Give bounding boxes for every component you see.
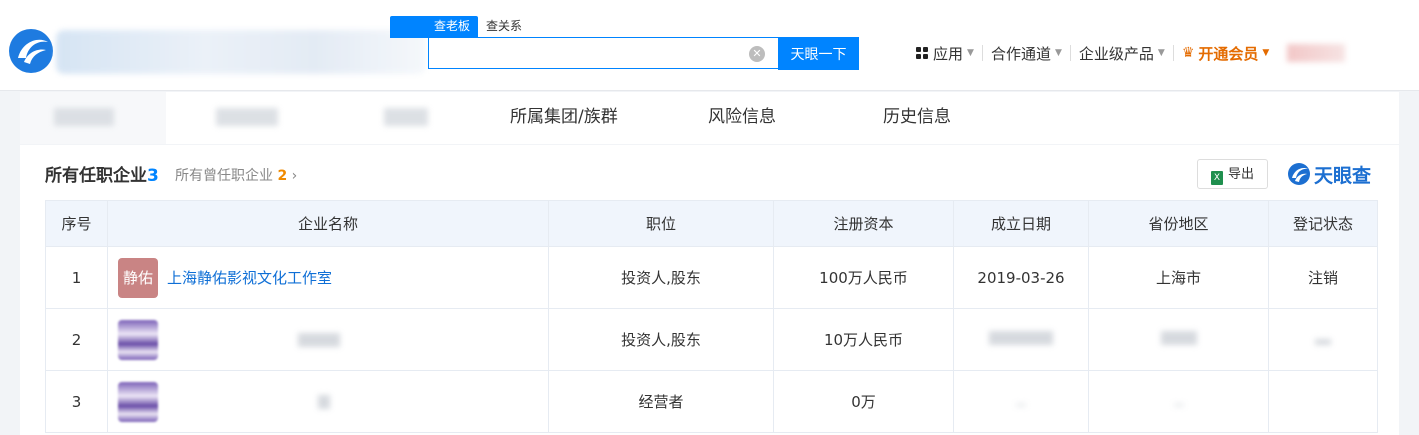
- search-type-tabs: 查老板 查关系: [390, 16, 530, 38]
- current-positions-panel: 所有任职企业3 所有曾任职企业 2 › X 导出 天眼查 序号 企业名称 职位 注…: [20, 145, 1399, 435]
- table-row: 3 经营者 0万: [45, 370, 1378, 433]
- row-index: 1: [45, 246, 108, 309]
- top-header: 查老板 查关系 ✕ 天眼一下 应用 ▼ 合作通道 ▼ 企业级产品 ▼ ♛ 开通会…: [0, 0, 1419, 91]
- section-title: 所有任职企业3: [45, 166, 159, 186]
- row-index: 3: [45, 370, 108, 433]
- nav-apps[interactable]: 应用 ▼: [908, 43, 982, 64]
- export-button[interactable]: X 导出: [1197, 159, 1268, 189]
- capital-cell: 0万: [773, 370, 954, 433]
- positions-table: 序号 企业名称 职位 注册资本 成立日期 省份地区 登记状态 1 静佑 上海静佑…: [45, 200, 1378, 433]
- nav-vip-label: 开通会员: [1198, 44, 1259, 63]
- table-header-row: 序号 企业名称 职位 注册资本 成立日期 省份地区 登记状态: [45, 200, 1378, 247]
- chevron-down-icon: ▼: [1262, 48, 1270, 58]
- row-index: 2: [45, 308, 108, 371]
- chevron-down-icon: ▼: [1157, 48, 1165, 58]
- search-button[interactable]: 天眼一下: [778, 37, 859, 70]
- tab-group[interactable]: 所属集团/族群: [510, 92, 618, 144]
- chevron-down-icon: ▼: [1054, 48, 1062, 58]
- blurred-tab-label[interactable]: [384, 108, 428, 126]
- company-logo-blurred[interactable]: [118, 381, 158, 422]
- capital-cell: 10万人民币: [773, 308, 954, 371]
- blurred-logo-text: [56, 30, 426, 74]
- search-input[interactable]: [428, 37, 778, 69]
- status-cell-blurred: [1268, 370, 1378, 433]
- nav-enterprise-label: 企业级产品: [1078, 44, 1154, 63]
- nav-cooperation[interactable]: 合作通道 ▼: [983, 43, 1070, 64]
- tianyancha-brand: 天眼查: [1287, 160, 1371, 188]
- company-logo[interactable]: 静佑: [118, 257, 158, 298]
- company-logo-blurred[interactable]: [118, 319, 158, 360]
- tianyancha-logo-icon[interactable]: [8, 28, 54, 74]
- col-capital: 注册资本: [773, 200, 954, 247]
- date-cell-blurred: [953, 370, 1089, 433]
- nav-apps-label: 应用: [933, 44, 964, 63]
- col-position: 职位: [548, 200, 774, 247]
- blurred-tab-label[interactable]: [216, 108, 278, 126]
- section-count: 3: [147, 166, 159, 186]
- position-cell: 投资人,股东: [548, 308, 774, 371]
- position-cell: 经营者: [548, 370, 774, 433]
- capital-cell: 100万人民币: [773, 246, 954, 309]
- date-cell: 2019-03-26: [953, 246, 1089, 309]
- position-cell: 投资人,股东: [548, 246, 774, 309]
- tab-history[interactable]: 历史信息: [883, 92, 951, 144]
- status-cell: 注销: [1268, 246, 1378, 309]
- chevron-right-icon: ›: [291, 168, 298, 184]
- tab-relation[interactable]: 查关系: [478, 16, 530, 38]
- date-cell-blurred: [953, 308, 1089, 371]
- crown-icon: ♛: [1181, 45, 1195, 61]
- excel-icon: X: [1210, 171, 1223, 185]
- company-name-blurred[interactable]: [318, 394, 330, 409]
- tab-boss[interactable]: 查老板: [390, 16, 479, 38]
- past-positions-link[interactable]: 所有曾任职企业 2 ›: [175, 165, 297, 185]
- col-status: 登记状态: [1268, 200, 1378, 247]
- grid-icon: [916, 47, 928, 59]
- col-company: 企业名称: [107, 200, 549, 247]
- company-subtabs: 所属集团/族群 风险信息 历史信息: [20, 92, 1399, 144]
- nav-cooperation-label: 合作通道: [990, 44, 1051, 63]
- company-cell: [107, 370, 549, 433]
- blurred-tab-label: [54, 108, 114, 126]
- user-avatar-blurred[interactable]: [1287, 44, 1346, 62]
- region-cell: 上海市: [1088, 246, 1269, 309]
- tianyancha-brand-icon: [1288, 163, 1310, 185]
- past-positions-label: 所有曾任职企业: [175, 168, 273, 184]
- nav-vip[interactable]: ♛ 开通会员 ▼: [1174, 43, 1278, 64]
- col-region: 省份地区: [1088, 200, 1269, 247]
- company-cell: 静佑 上海静佑影视文化工作室: [107, 246, 549, 309]
- nav-enterprise-products[interactable]: 企业级产品 ▼: [1071, 43, 1173, 64]
- col-index: 序号: [45, 200, 108, 247]
- export-label: 导出: [1227, 167, 1254, 182]
- region-cell-blurred: [1088, 308, 1269, 371]
- company-cell: [107, 308, 549, 371]
- col-date: 成立日期: [953, 200, 1089, 247]
- tab-risk[interactable]: 风险信息: [708, 92, 776, 144]
- status-cell-blurred: [1268, 308, 1378, 371]
- region-cell-blurred: [1088, 370, 1269, 433]
- brand-text: 天眼查: [1314, 164, 1372, 187]
- chevron-down-icon: ▼: [967, 48, 974, 58]
- past-positions-count: 2: [277, 168, 288, 184]
- clear-search-icon[interactable]: ✕: [749, 46, 765, 62]
- table-row: 1 静佑 上海静佑影视文化工作室 投资人,股东 100万人民币 2019-03-…: [45, 246, 1378, 309]
- company-name-link[interactable]: 上海静佑影视文化工作室: [167, 267, 332, 288]
- company-name-blurred[interactable]: [298, 332, 340, 347]
- table-row: 2 投资人,股东 10万人民币: [45, 308, 1378, 371]
- top-nav: 应用 ▼ 合作通道 ▼ 企业级产品 ▼ ♛ 开通会员 ▼: [908, 40, 1346, 66]
